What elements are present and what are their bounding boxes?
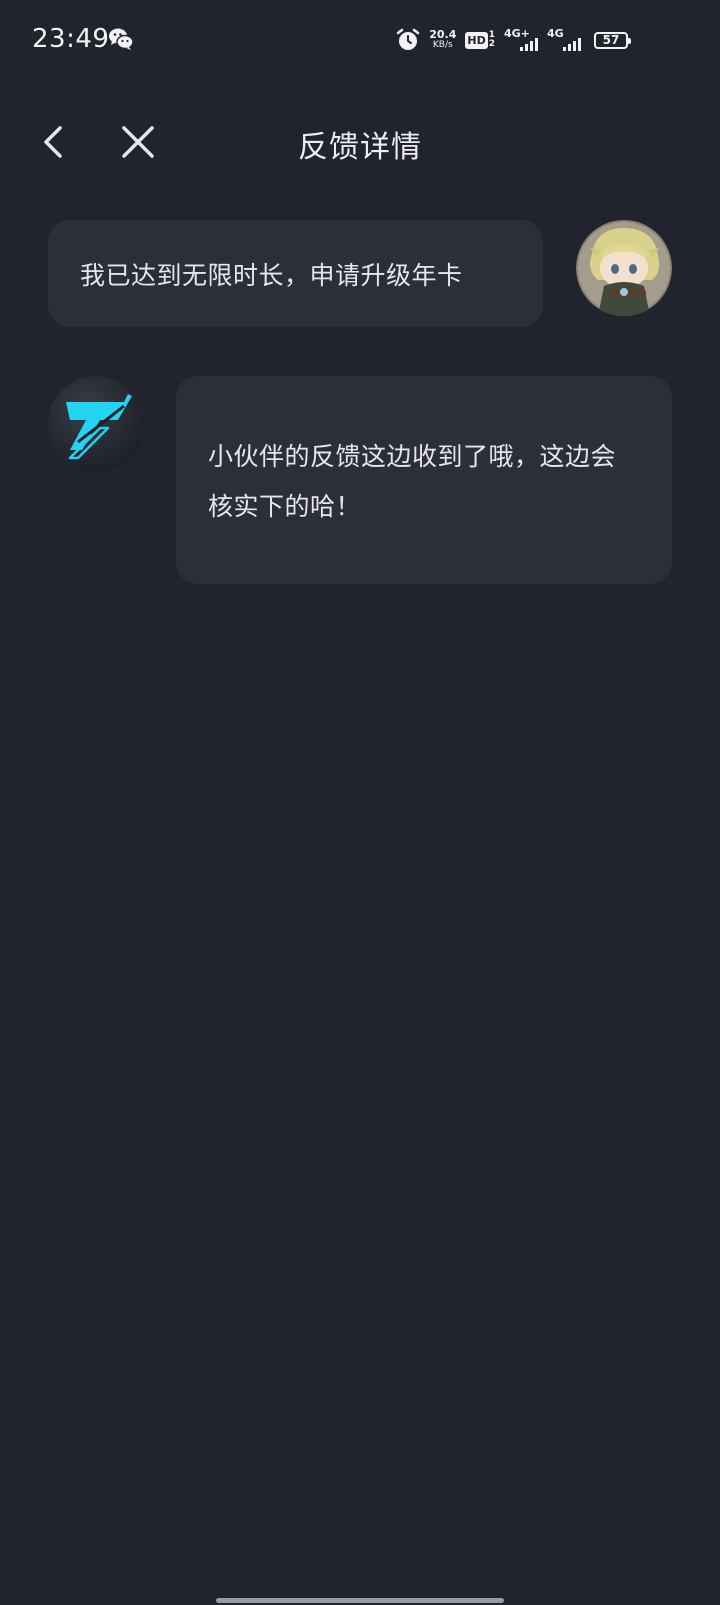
status-bar: 23:49 20.4 KB/s HD 1 2 4G+ 4G 57 — [0, 0, 720, 82]
hd-label: HD — [465, 31, 488, 49]
avatar-image — [576, 220, 672, 316]
status-time: 23:49 — [32, 24, 110, 54]
user-message-bubble: 我已达到无限时长，申请升级年卡 — [48, 220, 543, 327]
network-speed-value: 20.4 — [429, 28, 457, 41]
battery-icon: 57 — [594, 31, 631, 49]
hd-sim-2: 2 — [488, 39, 495, 49]
support-avatar[interactable] — [48, 376, 144, 472]
status-indicators: 20.4 KB/s HD 1 2 4G+ 4G 57 — [396, 24, 631, 56]
sim2-signal-icon: 4G — [547, 27, 581, 53]
sim1-signal-icon: 4G+ — [504, 27, 538, 53]
user-avatar[interactable] — [576, 220, 672, 316]
network-speed-unit: KB/s — [432, 40, 453, 50]
alarm-icon — [397, 28, 420, 50]
sim2-network-label: 4G — [547, 27, 564, 40]
network-speed: 20.4 KB/s — [429, 28, 457, 50]
home-indicator[interactable] — [216, 1598, 504, 1603]
hd-voice-icon: HD 1 2 — [465, 31, 495, 49]
page-title: 反馈详情 — [298, 130, 422, 165]
nav-bar: 反馈详情 — [0, 100, 720, 182]
support-message-bubble: 小伙伴的反馈这边收到了哦，这边会核实下的哈！ — [176, 376, 672, 584]
battery-level: 57 — [602, 33, 620, 47]
brand-logo-icon — [48, 376, 144, 472]
wechat-icon — [109, 28, 134, 50]
